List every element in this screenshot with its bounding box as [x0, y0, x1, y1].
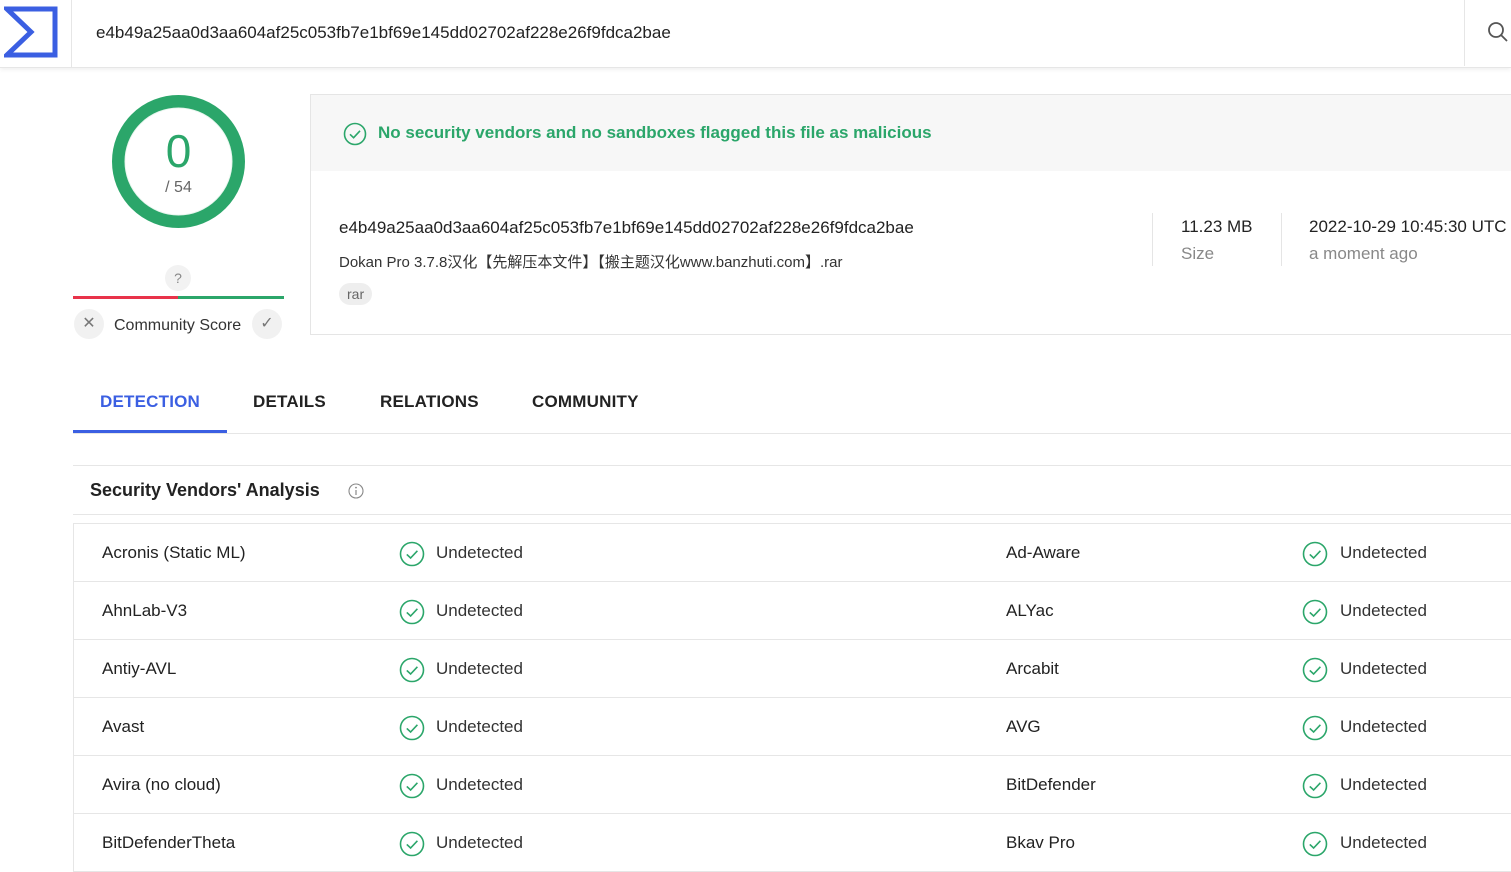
search-button[interactable] [1464, 0, 1511, 66]
vendor-result: Undetected [1340, 717, 1427, 736]
check-circle-icon [399, 599, 425, 625]
search-input[interactable] [72, 0, 1462, 66]
vendor-result: Undetected [436, 659, 523, 678]
report-tabs: DETECTION DETAILS RELATIONS COMMUNITY [73, 370, 1511, 434]
vendor-name: Acronis (Static ML) [102, 543, 246, 562]
vendor-result: Undetected [1340, 775, 1427, 794]
top-bar [0, 0, 1511, 68]
table-row: AhnLab-V3 Undetected ALYac Undetected [74, 582, 1511, 640]
community-score-label: Community Score [114, 317, 242, 334]
vendor-name: BitDefenderTheta [102, 833, 236, 852]
verdict-banner: No security vendors and no sandboxes fla… [311, 95, 1511, 171]
undetected-icon [399, 541, 425, 572]
detection-total: / 54 [165, 179, 192, 196]
tab-detection[interactable]: DETECTION [100, 392, 200, 412]
table-row: Antiy-AVL Undetected Arcabit Undetected [74, 640, 1511, 698]
vote-harmless-button[interactable]: ✓ [252, 309, 282, 339]
undetected-icon [399, 715, 425, 746]
undetected-icon [1302, 715, 1328, 746]
vendors-section-title: Security Vendors' Analysis [90, 480, 320, 500]
check-circle-icon [399, 715, 425, 741]
vendor-name: Antiy-AVL [102, 659, 177, 678]
check-circle-icon [1302, 541, 1328, 567]
vendor-name: Avira (no cloud) [102, 775, 221, 794]
analysis-date: 2022-10-29 10:45:30 UTC [1309, 217, 1507, 236]
vendor-result: Undetected [436, 775, 523, 794]
community-bar-malicious [73, 296, 178, 299]
vendor-name: BitDefender [1006, 775, 1096, 794]
vendor-result: Undetected [1340, 659, 1427, 678]
vendor-result: Undetected [1340, 833, 1427, 852]
analysis-date-relative: a moment ago [1309, 244, 1418, 263]
vendors-section-header: Security Vendors' Analysis [73, 465, 1511, 515]
vendor-name: Arcabit [1006, 659, 1059, 678]
divider [1152, 213, 1153, 266]
undetected-icon [1302, 541, 1328, 572]
undetected-icon [399, 831, 425, 862]
sigma-logo-icon [4, 6, 58, 58]
detection-count: 0 [165, 125, 192, 177]
community-score-value: ? [165, 265, 191, 291]
check-circle-icon [1302, 715, 1328, 741]
undetected-icon [399, 599, 425, 630]
undetected-icon [1302, 831, 1328, 862]
undetected-icon [1302, 773, 1328, 804]
table-row: BitDefenderTheta Undetected Bkav Pro Undete… [74, 814, 1511, 872]
vendor-result: Undetected [436, 717, 523, 736]
tab-details[interactable]: DETAILS [253, 392, 326, 412]
vendors-table: Acronis (Static ML) Undetected Ad-Aware Und… [73, 523, 1511, 872]
community-bar-harmless [178, 296, 284, 299]
check-circle-icon [399, 773, 425, 799]
file-hash[interactable]: e4b49a25aa0d3aa604af25c053fb7e1bf69e145d… [339, 218, 914, 238]
vendor-result: Undetected [436, 601, 523, 620]
check-circle-icon [1302, 773, 1328, 799]
undetected-icon [399, 773, 425, 804]
divider [1281, 213, 1282, 266]
check-circle-icon [1302, 831, 1328, 857]
vendor-name: Ad-Aware [1006, 543, 1081, 562]
info-icon[interactable] [348, 483, 364, 499]
vendor-name: ALYac [1006, 601, 1054, 620]
check-circle-icon [1302, 599, 1328, 625]
verdict-text: No security vendors and no sandboxes fla… [378, 123, 932, 142]
file-summary-panel: No security vendors and no sandboxes fla… [310, 94, 1511, 335]
vendor-name: Avast [102, 717, 145, 736]
close-icon: ✕ [82, 315, 96, 332]
file-type-tag[interactable]: rar [339, 283, 373, 305]
file-size-value: 11.23 MB [1181, 217, 1253, 236]
search-icon [1488, 22, 1508, 42]
detection-score-ring: 0 / 54 [111, 94, 246, 229]
tab-relations[interactable]: RELATIONS [380, 392, 479, 412]
check-circle-icon [399, 541, 425, 567]
undetected-icon [1302, 657, 1328, 688]
vendor-name: Bkav Pro [1006, 833, 1075, 852]
check-circle-icon [399, 831, 425, 857]
active-tab-indicator [73, 430, 227, 433]
vendor-result: Undetected [1340, 601, 1427, 620]
vendor-result: Undetected [436, 833, 523, 852]
table-row: Acronis (Static ML) Undetected Ad-Aware Und… [74, 524, 1511, 582]
check-circle-icon [1302, 657, 1328, 683]
virustotal-logo[interactable] [0, 0, 72, 67]
file-name: Dokan Pro 3.7.8汉化【先解压本文件】【搬主题汉化www.banzh… [339, 254, 843, 271]
check-icon: ✓ [260, 315, 274, 332]
vendor-result: Undetected [436, 543, 523, 562]
check-circle-icon [343, 122, 367, 146]
tab-community[interactable]: COMMUNITY [532, 392, 639, 412]
table-row: Avast Undetected AVG Undetected [74, 698, 1511, 756]
vendor-name: AVG [1006, 717, 1041, 736]
check-circle-icon [399, 657, 425, 683]
undetected-icon [1302, 599, 1328, 630]
vote-malicious-button[interactable]: ✕ [74, 309, 104, 339]
file-size-label: Size [1181, 244, 1215, 263]
vendor-result: Undetected [1340, 543, 1427, 562]
table-row: Avira (no cloud) Undetected BitDefender Und… [74, 756, 1511, 814]
undetected-icon [399, 657, 425, 688]
vendor-name: AhnLab-V3 [102, 601, 188, 620]
